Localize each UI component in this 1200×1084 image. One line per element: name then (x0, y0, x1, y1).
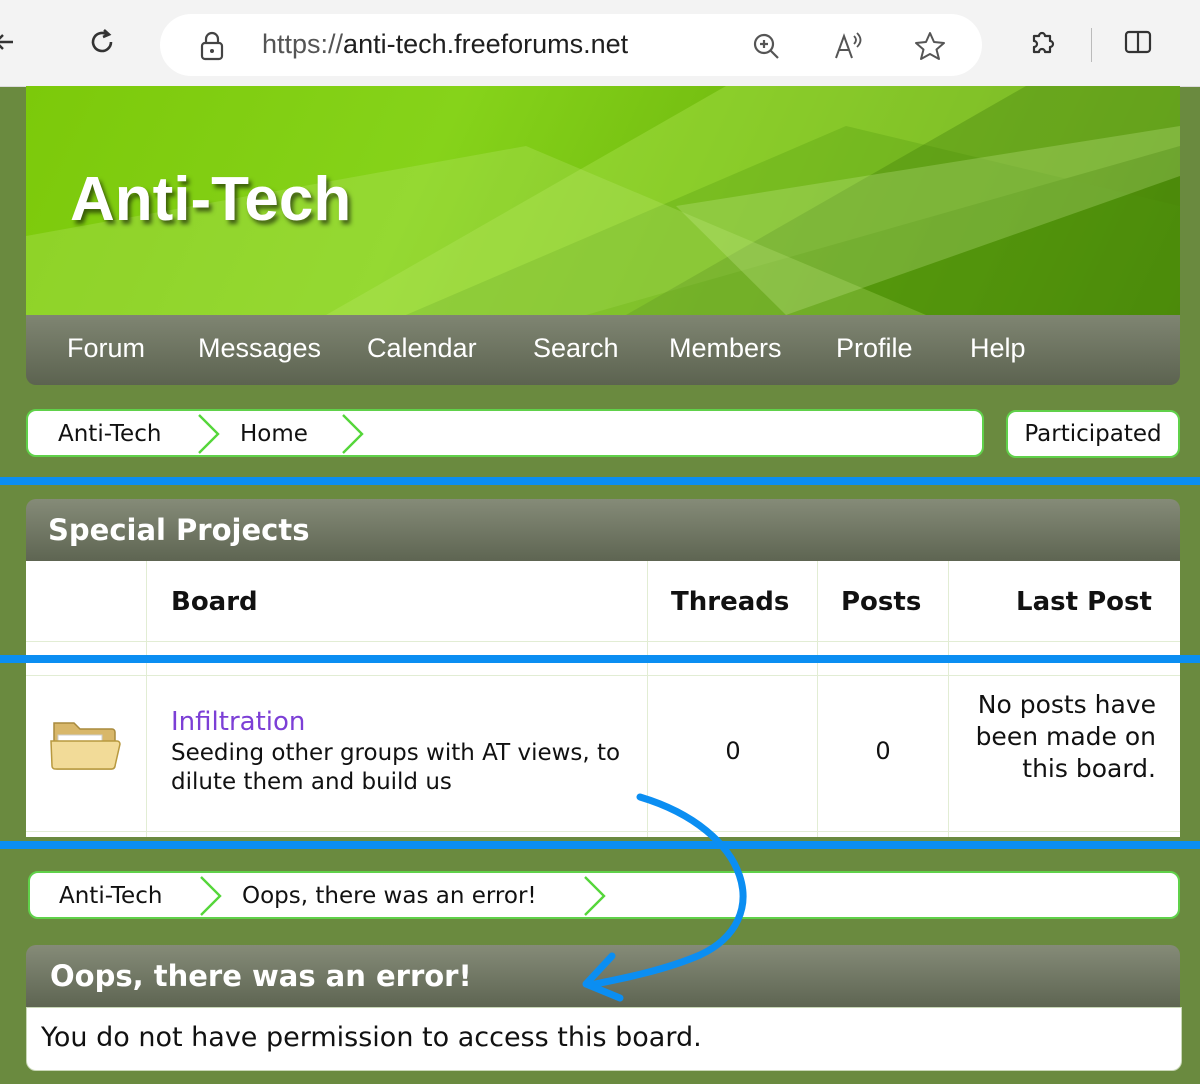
folder-icon (50, 722, 121, 770)
browser-toolbar: https://anti-tech.freeforums.net (0, 0, 1200, 87)
table-row-divider (26, 831, 1180, 832)
breadcrumb-link-anti-tech[interactable]: Anti-Tech (59, 883, 162, 909)
table-divider (948, 561, 949, 837)
menu-item-search[interactable]: Search (533, 333, 619, 364)
column-header-threads: Threads (671, 587, 790, 617)
error-header: Oops, there was an error! (26, 945, 1180, 1007)
annotation-line-top (0, 477, 1200, 485)
favorite-star-icon[interactable] (914, 30, 946, 62)
board-last-post: No posts have been made on this board. (975, 690, 1156, 783)
menu-item-members[interactable]: Members (669, 333, 782, 364)
breadcrumb-top: Anti-Tech Home (26, 409, 984, 457)
zoom-in-icon[interactable] (750, 30, 782, 62)
menu-item-calendar[interactable]: Calendar (367, 333, 477, 364)
category-header: Special Projects (26, 499, 1180, 561)
menu-item-forum[interactable]: Forum (67, 333, 145, 364)
extensions-puzzle-icon[interactable] (1022, 22, 1062, 62)
breadcrumb-link-anti-tech[interactable]: Anti-Tech (58, 421, 161, 447)
breadcrumb-chevron-icon (342, 414, 364, 454)
breadcrumb-chevron-icon (198, 414, 220, 454)
board-link-infiltration[interactable]: Infiltration (171, 707, 305, 737)
breadcrumb-link-home[interactable]: Home (240, 421, 308, 447)
breadcrumb-chevron-icon (200, 876, 222, 916)
split-screen-icon[interactable] (1118, 22, 1158, 62)
url-scheme: https:// (262, 29, 344, 59)
board-thread-count: 0 (725, 737, 741, 765)
menu-item-messages[interactable]: Messages (198, 333, 321, 364)
table-divider (647, 561, 648, 837)
category-title[interactable]: Special Projects (48, 513, 309, 547)
table-row-divider (26, 641, 1180, 642)
annotation-line-middle (0, 655, 1200, 663)
main-menu: Forum Messages Calendar Search Members P… (26, 315, 1180, 385)
refresh-icon[interactable] (82, 22, 122, 62)
menu-item-help[interactable]: Help (970, 333, 1026, 364)
breadcrumb-bottom: Anti-Tech Oops, there was an error! (28, 871, 1180, 919)
url-text[interactable]: https://anti-tech.freeforums.net (262, 29, 628, 60)
table-row-divider (26, 675, 1180, 676)
column-header-posts: Posts (841, 587, 922, 617)
column-header-board: Board (171, 587, 258, 617)
address-bar[interactable]: https://anti-tech.freeforums.net (160, 14, 982, 76)
breadcrumb-current-error[interactable]: Oops, there was an error! (242, 883, 537, 909)
lock-icon[interactable] (196, 30, 228, 62)
table-divider (817, 561, 818, 837)
back-arrow-icon[interactable] (0, 22, 26, 62)
forum-banner: Anti-Tech (26, 86, 1180, 315)
error-title: Oops, there was an error! (50, 959, 472, 993)
annotation-line-bottom (0, 841, 1200, 849)
url-host: anti-tech.freeforums.net (343, 29, 629, 59)
board-table: Board Threads Posts Last Post Infiltrati… (26, 561, 1180, 837)
site-title[interactable]: Anti-Tech (70, 164, 351, 235)
read-aloud-icon[interactable] (832, 30, 864, 62)
participated-button[interactable]: Participated (1006, 410, 1180, 458)
error-message-box: You do not have permission to access thi… (26, 1007, 1182, 1071)
breadcrumb-chevron-icon (584, 876, 606, 916)
column-header-last-post: Last Post (1016, 587, 1152, 617)
toolbar-separator (1091, 28, 1092, 62)
table-divider (146, 561, 147, 837)
menu-item-profile[interactable]: Profile (836, 333, 913, 364)
board-post-count: 0 (875, 737, 891, 765)
error-message: You do not have permission to access thi… (41, 1022, 702, 1053)
board-description: Seeding other groups with AT views, to d… (171, 740, 621, 795)
